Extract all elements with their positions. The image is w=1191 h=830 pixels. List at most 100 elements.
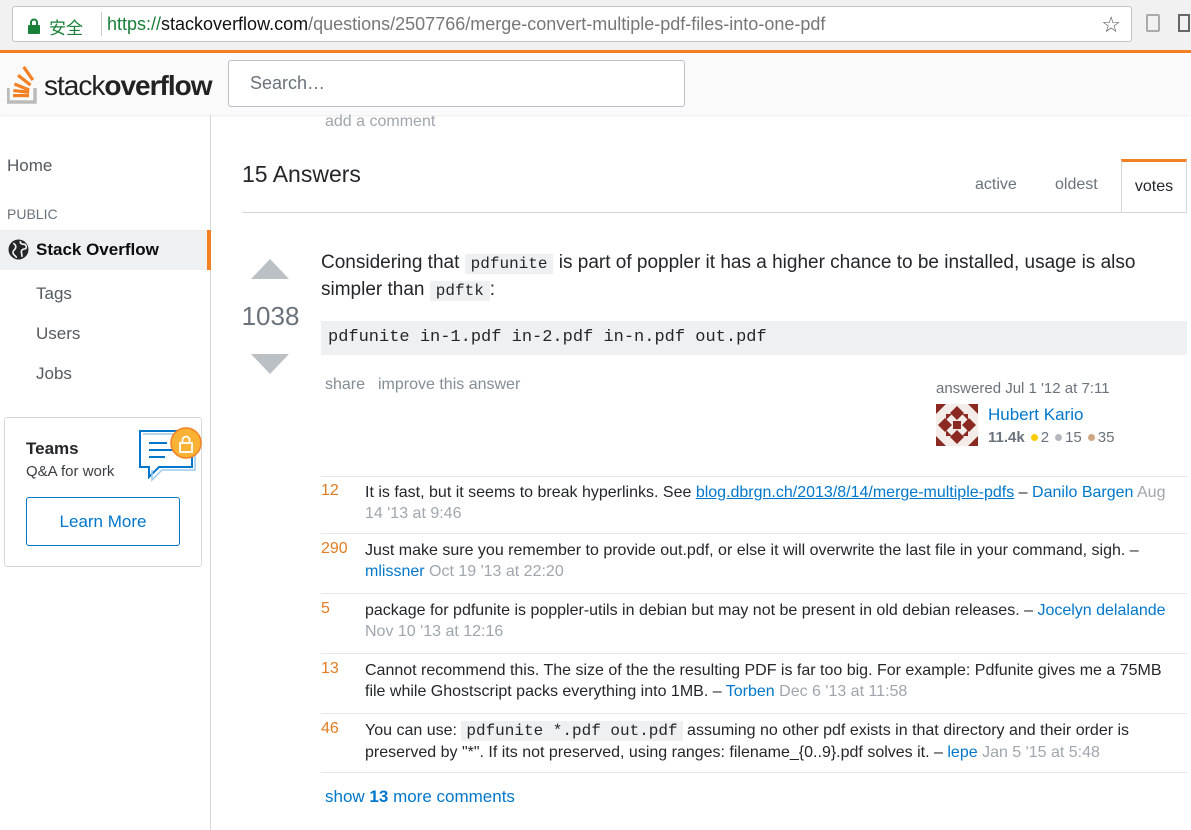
main-content: add a comment 15 Answers active oldest v… — [211, 113, 1191, 830]
comment-body: You can use: pdfunite *.pdf out.pdf assu… — [365, 720, 1185, 763]
bronze-badge-count: 35 — [1097, 429, 1115, 446]
comment-score: 290 — [321, 540, 348, 557]
comment-user-link[interactable]: mlissner — [365, 563, 425, 580]
comment-body: Cannot recommend this. The size of the t… — [365, 660, 1185, 702]
comment-separator: – — [929, 744, 948, 761]
comment-item: 290 Just make sure you remember to provi… — [321, 535, 1187, 594]
logo-bold: overflow — [104, 70, 212, 101]
globe-icon — [8, 239, 29, 260]
learn-more-button[interactable]: Learn More — [26, 497, 180, 546]
tab-votes[interactable]: votes — [1121, 159, 1187, 212]
user-name-link[interactable]: Hubert Kario — [988, 405, 1083, 425]
improve-answer-link[interactable]: improve this answer — [378, 376, 520, 394]
nav-stack-overflow-label: Stack Overflow — [36, 240, 159, 259]
add-comment-link[interactable]: add a comment — [325, 113, 435, 131]
comment-item: 13 Cannot recommend this. The size of th… — [321, 655, 1187, 714]
bronze-badge-icon — [1087, 434, 1095, 441]
stack-logo-icon — [7, 66, 37, 104]
gold-badge-icon — [1030, 434, 1038, 441]
nav-users[interactable]: Users — [36, 324, 80, 344]
comment-score: 5 — [321, 600, 330, 617]
extension-icon[interactable] — [1178, 14, 1190, 32]
url-host: stackoverflow.com — [161, 14, 309, 34]
share-link[interactable]: share — [325, 376, 365, 394]
show-more-count: 13 — [369, 787, 389, 806]
comment-item: 5 package for pdfunite is poppler-utils … — [321, 595, 1187, 654]
comment-date: Jan 5 '15 at 5:48 — [982, 744, 1100, 761]
comment-user-link[interactable]: Torben — [726, 683, 775, 700]
answered-timestamp: answered Jul 1 '12 at 7:11 — [936, 380, 1110, 397]
comment-separator: – — [1019, 602, 1038, 619]
reputation-score: 11.4k — [988, 429, 1025, 446]
teams-lock-illustration — [139, 427, 202, 482]
silver-badge-count: 15 — [1065, 429, 1082, 446]
nav-tags[interactable]: Tags — [36, 284, 72, 304]
inline-code: pdfunite *.pdf out.pdf — [461, 721, 683, 741]
comment-score: 46 — [321, 720, 339, 737]
comment-item: 12 It is fast, but it seems to break hyp… — [321, 477, 1187, 534]
divider — [242, 212, 1187, 213]
teams-promo: Teams Q&A for work Learn More — [4, 417, 202, 567]
answer-text: Considering that — [321, 252, 465, 273]
nav-home[interactable]: Home — [7, 156, 52, 176]
comment-date: Dec 6 '13 at 11:58 — [779, 683, 908, 700]
tab-active[interactable]: active — [975, 176, 1017, 194]
address-bar[interactable]: 安全 https://stackoverflow.com/questions/2… — [12, 6, 1132, 42]
comment-user-link[interactable]: Jocelyn delalande — [1037, 602, 1165, 619]
left-sidebar: Home PUBLIC Stack Overflow Tags Users Jo… — [0, 115, 211, 830]
logo-light: stack — [44, 70, 105, 101]
inline-code: pdfunite — [464, 254, 554, 274]
answer-body: Considering that pdfunite is part of pop… — [321, 250, 1181, 304]
lock-icon — [28, 18, 40, 34]
downvote-arrow-icon[interactable] — [251, 354, 289, 374]
upvote-arrow-icon[interactable] — [251, 259, 289, 279]
comment-user-link[interactable]: lepe — [947, 744, 977, 761]
comment-item: 46 You can use: pdfunite *.pdf out.pdf a… — [321, 715, 1187, 773]
nav-stack-overflow[interactable]: Stack Overflow — [0, 230, 211, 270]
comment-separator: – — [1014, 484, 1033, 501]
comment-body: package for pdfunite is poppler-utils in… — [365, 600, 1185, 642]
url-separator — [101, 12, 102, 36]
stackoverflow-logo[interactable]: stackoverflow — [7, 62, 213, 106]
logo-wordmark: stackoverflow — [44, 70, 213, 102]
user-reputation: 11.4k 2 15 35 — [988, 429, 1114, 446]
comment-text: package for pdfunite is poppler-utils in… — [365, 602, 1020, 619]
browser-bar: 安全 https://stackoverflow.com/questions/2… — [0, 0, 1191, 50]
comment-score: 12 — [321, 482, 339, 499]
comment-date: Nov 10 '13 at 12:16 — [365, 623, 504, 640]
teams-subtitle: Q&A for work — [26, 463, 115, 480]
url-path: /questions/2507766/merge-convert-multipl… — [308, 14, 826, 34]
inline-code: pdftk — [429, 281, 490, 301]
gold-badge-count: 2 — [1040, 429, 1050, 446]
comment-date: Oct 19 '13 at 22:20 — [429, 563, 564, 580]
comment-link[interactable]: blog.dbrgn.ch/2013/8/14/merge-multiple-p… — [696, 484, 1014, 501]
code-block: pdfunite in-1.pdf in-2.pdf in-n.pdf out.… — [321, 321, 1187, 355]
comment-score: 13 — [321, 660, 339, 677]
silver-badge-icon — [1055, 434, 1063, 441]
nav-jobs[interactable]: Jobs — [36, 364, 72, 384]
show-more-prefix: show — [325, 787, 370, 806]
answers-heading: 15 Answers — [242, 161, 361, 187]
show-more-comments-link[interactable]: show 13 more comments — [325, 787, 515, 807]
comment-user-link[interactable]: Danilo Bargen — [1032, 484, 1133, 501]
show-more-suffix: more comments — [388, 787, 515, 806]
comment-body: Just make sure you remember to provide o… — [365, 540, 1185, 582]
topbar: stackoverflow — [0, 50, 1191, 115]
search-input[interactable] — [228, 60, 685, 107]
tab-oldest[interactable]: oldest — [1055, 176, 1098, 194]
comment-separator: – — [1125, 542, 1139, 559]
bookmark-star-icon[interactable]: ☆ — [1101, 12, 1121, 38]
comment-body: It is fast, but it seems to break hyperl… — [365, 482, 1185, 524]
url-scheme: https:// — [107, 14, 162, 34]
secure-label: 安全 — [49, 19, 83, 38]
url-text[interactable]: https://stackoverflow.com/questions/2507… — [107, 14, 825, 35]
vote-count: 1038 — [241, 301, 300, 331]
extension-icon[interactable] — [1146, 14, 1160, 32]
nav-section-public: PUBLIC — [7, 206, 58, 222]
teams-title: Teams — [26, 439, 79, 458]
comment-text: It is fast, but it seems to break hyperl… — [365, 484, 696, 501]
user-avatar[interactable] — [936, 404, 978, 446]
comment-separator: – — [708, 683, 726, 700]
comment-text: Just make sure you remember to provide o… — [365, 542, 1126, 559]
answer-text: : — [489, 279, 496, 300]
